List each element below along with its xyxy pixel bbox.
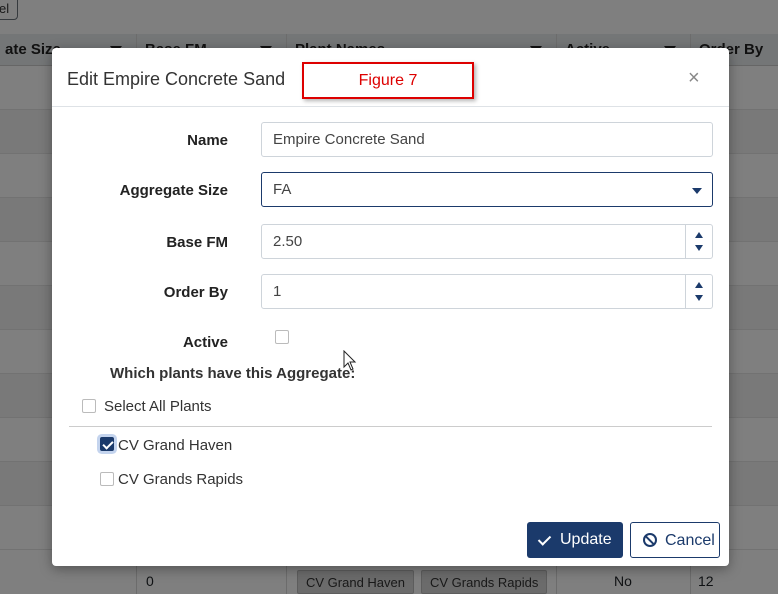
stepper-up-icon[interactable] xyxy=(695,282,703,288)
base-fm-field[interactable]: 2.50 xyxy=(261,224,713,259)
update-button-label: Update xyxy=(560,531,612,548)
stepper-up-icon[interactable] xyxy=(695,232,703,238)
order-by-field[interactable]: 1 xyxy=(261,274,713,309)
base-fm-value: 2.50 xyxy=(273,233,303,250)
active-label: Active xyxy=(182,334,228,351)
order-by-stepper[interactable] xyxy=(685,275,712,308)
divider xyxy=(69,426,712,427)
stepper-down-icon[interactable] xyxy=(695,245,703,251)
check-icon xyxy=(537,532,552,546)
edit-aggregate-modal: Edit Empire Concrete Sand Figure 7 × Nam… xyxy=(52,48,729,566)
plant-label-cv-grand-haven[interactable]: CV Grand Haven xyxy=(118,437,232,454)
active-checkbox[interactable] xyxy=(275,330,289,344)
select-all-plants-checkbox[interactable] xyxy=(82,399,96,413)
plant-label-cv-grands-rapids[interactable]: CV Grands Rapids xyxy=(118,471,243,488)
aggregate-size-select[interactable]: FA xyxy=(261,172,713,207)
order-by-value: 1 xyxy=(273,283,282,300)
update-button[interactable]: Update xyxy=(527,522,623,558)
aggregate-size-value: FA xyxy=(273,181,292,198)
close-button[interactable]: × xyxy=(688,67,700,90)
select-all-plants-label[interactable]: Select All Plants xyxy=(104,398,212,415)
mouse-cursor-icon xyxy=(343,350,357,371)
chevron-down-icon xyxy=(692,188,702,194)
name-field[interactable]: Empire Concrete Sand xyxy=(261,122,713,157)
base-fm-label: Base FM xyxy=(166,234,228,251)
cancel-button-label: Cancel xyxy=(665,532,715,549)
figure-annotation: Figure 7 xyxy=(302,62,474,99)
modal-header: Edit Empire Concrete Sand Figure 7 × xyxy=(52,48,729,107)
plant-checkbox-cv-grands-rapids[interactable] xyxy=(100,472,114,486)
aggregate-size-label: Aggregate Size xyxy=(119,182,228,199)
plants-prompt: Which plants have this Aggregate: xyxy=(110,365,356,382)
cancel-button[interactable]: Cancel xyxy=(630,522,720,558)
stepper-down-icon[interactable] xyxy=(695,295,703,301)
modal-title: Edit Empire Concrete Sand xyxy=(67,69,286,89)
name-label: Name xyxy=(187,132,228,149)
ban-icon xyxy=(643,533,657,547)
plant-checkbox-cv-grand-haven[interactable] xyxy=(100,437,114,451)
base-fm-stepper[interactable] xyxy=(685,225,712,258)
order-by-label: Order By xyxy=(163,284,228,301)
